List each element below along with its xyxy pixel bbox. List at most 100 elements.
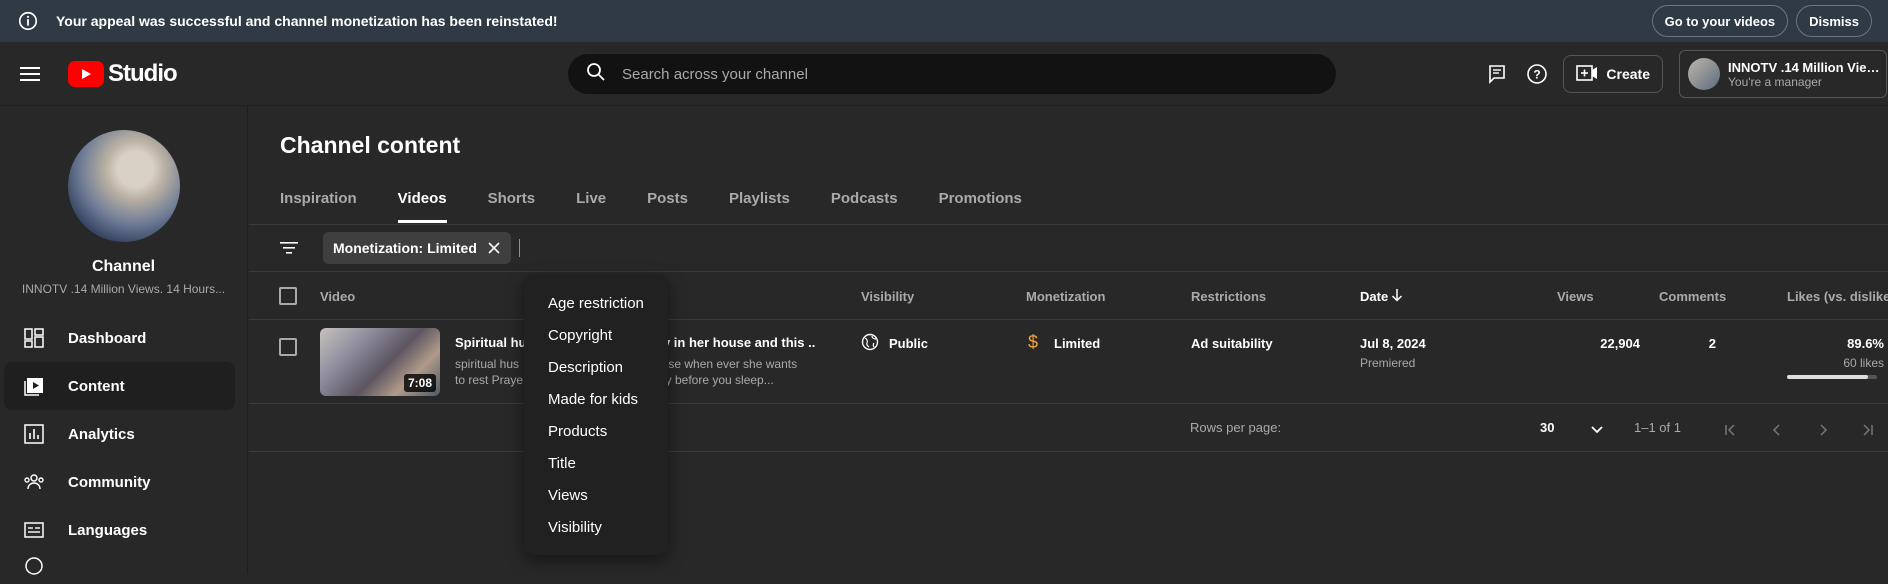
page-title: Channel content (280, 132, 461, 158)
copyright-icon (22, 554, 46, 578)
restrictions-value[interactable]: Ad suitability (1191, 336, 1273, 351)
menu-item-copyright[interactable]: Copyright (524, 319, 668, 351)
last-page-icon[interactable] (1857, 420, 1877, 440)
comments-value: 2 (1708, 336, 1716, 351)
likes-percent: 89.6% (1847, 336, 1884, 351)
menu-item-description[interactable]: Description (524, 351, 668, 383)
go-to-videos-button[interactable]: Go to your videos (1651, 5, 1789, 37)
feedback-icon[interactable] (1477, 54, 1517, 94)
views-value: 22,904 (1600, 336, 1640, 351)
svg-text:?: ? (1534, 68, 1541, 82)
create-label: Create (1606, 66, 1650, 82)
video-title-start: Spiritual hus (455, 335, 534, 350)
account-role: You're a manager (1728, 74, 1822, 89)
analytics-icon (22, 422, 46, 446)
channel-name: INNOTV .14 Million Views. 14 Hours... (21, 282, 226, 296)
menu-item-age-restriction[interactable]: Age restriction (524, 287, 668, 319)
account-name: INNOTV .14 Million View... (1728, 59, 1880, 75)
select-all-checkbox[interactable] (279, 287, 297, 305)
search-input[interactable]: Search across your channel (622, 66, 808, 83)
likes-count: 60 likes (1843, 356, 1884, 370)
sidebar-item-label: Languages (68, 521, 148, 539)
col-video: Video (320, 289, 356, 304)
tab-live[interactable]: Live (576, 190, 606, 223)
tab-playlists[interactable]: Playlists (729, 190, 790, 223)
video-duration: 7:08 (403, 374, 436, 392)
filter-chip[interactable]: Monetization: Limited (323, 232, 511, 264)
filter-icon[interactable] (277, 236, 301, 260)
main-content: Channel content Inspiration Videos Short… (249, 106, 1888, 574)
rows-per-page-label: Rows per page: (1190, 420, 1282, 435)
desc-line2-end: ray before you sleep... (655, 373, 774, 387)
tab-videos[interactable]: Videos (397, 190, 447, 223)
arrow-down-icon[interactable] (1391, 288, 1403, 305)
banner-message: Your appeal was successful and channel m… (56, 13, 558, 29)
sidebar-item-label: Content (68, 377, 125, 395)
rows-per-page-select[interactable]: 30 (1540, 420, 1554, 435)
content-tabs: Inspiration Videos Shorts Live Posts Pla… (280, 190, 1063, 223)
info-icon (16, 9, 40, 33)
monetization-value[interactable]: Limited (1054, 336, 1100, 351)
tab-podcasts[interactable]: Podcasts (831, 190, 898, 223)
help-icon[interactable]: ? (1517, 54, 1557, 94)
logo-text: Studio (108, 59, 178, 87)
visibility-value[interactable]: Public (889, 336, 928, 351)
content-icon (22, 374, 46, 398)
dismiss-button[interactable]: Dismiss (1796, 5, 1872, 37)
close-icon[interactable] (487, 241, 501, 255)
col-comments: Comments (1659, 289, 1727, 304)
menu-item-title[interactable]: Title (524, 447, 668, 479)
date-value: Jul 8, 2024 (1360, 336, 1426, 351)
tab-promotions[interactable]: Promotions (939, 190, 1022, 223)
menu-item-visibility[interactable]: Visibility (524, 511, 668, 543)
likes-bar-fill (1787, 375, 1868, 379)
sidebar-item-languages[interactable]: Languages (4, 506, 235, 554)
tab-posts[interactable]: Posts (647, 190, 688, 223)
studio-logo[interactable]: Studio (68, 59, 178, 88)
prev-page-icon[interactable] (1767, 420, 1787, 440)
globe-icon (861, 333, 879, 354)
menu-icon[interactable] (10, 54, 50, 94)
next-page-icon[interactable] (1813, 420, 1833, 440)
account-switcher[interactable]: INNOTV .14 Million View... You're a mana… (1679, 50, 1887, 98)
languages-icon (22, 518, 46, 542)
tab-inspiration[interactable]: Inspiration (280, 190, 357, 223)
sidebar-item-dashboard[interactable]: Dashboard (4, 314, 235, 362)
channel-avatar[interactable] (67, 130, 180, 242)
page-range: 1–1 of 1 (1634, 420, 1681, 435)
row-checkbox[interactable] (279, 338, 297, 356)
notification-banner: Your appeal was successful and channel m… (0, 0, 1888, 42)
sidebar-item-partial[interactable] (4, 554, 235, 584)
chevron-down-icon[interactable] (1587, 420, 1607, 440)
filter-chip-label: Monetization: Limited (333, 240, 477, 256)
tab-shorts[interactable]: Shorts (488, 190, 536, 223)
col-visibility: Visibility (861, 289, 915, 304)
community-icon (22, 470, 46, 494)
col-likes: Likes (vs. dislikes) (1787, 289, 1888, 304)
sidebar: Channel INNOTV .14 Million Views. 14 Hou… (0, 106, 248, 575)
desc-line1-start: spiritual hus (455, 357, 520, 371)
sidebar-item-community[interactable]: Community (4, 458, 235, 506)
sidebar-item-content[interactable]: Content (4, 362, 235, 410)
dashboard-icon (22, 326, 46, 350)
create-button[interactable]: Create (1563, 55, 1663, 93)
menu-item-products[interactable]: Products (524, 415, 668, 447)
menu-item-made-for-kids[interactable]: Made for kids (524, 383, 668, 415)
table-row[interactable]: 7:08 Spiritual hus dy in her house and th… (249, 320, 1888, 404)
pagination: Rows per page: 30 1–1 of 1 (249, 404, 1888, 452)
video-thumbnail[interactable]: 7:08 (320, 328, 440, 396)
sidebar-item-label: Dashboard (68, 329, 147, 347)
search-bar[interactable]: Search across your channel (568, 54, 1336, 94)
col-date[interactable]: Date (1360, 289, 1388, 304)
create-video-icon (1576, 64, 1598, 84)
menu-item-views[interactable]: Views (524, 479, 668, 511)
dollar-icon: $ (1028, 332, 1039, 352)
filter-bar: Monetization: Limited (249, 224, 1888, 272)
filter-menu: Age restriction Copyright Description Ma… (524, 275, 668, 555)
table-header: Video Visibility Monetization Restrictio… (249, 272, 1888, 320)
filter-input[interactable] (518, 239, 520, 257)
sidebar-item-analytics[interactable]: Analytics (4, 410, 235, 458)
desc-line1-end: ouse when ever she wants (655, 357, 798, 371)
sidebar-item-label: Community (68, 473, 151, 491)
first-page-icon[interactable] (1721, 420, 1741, 440)
